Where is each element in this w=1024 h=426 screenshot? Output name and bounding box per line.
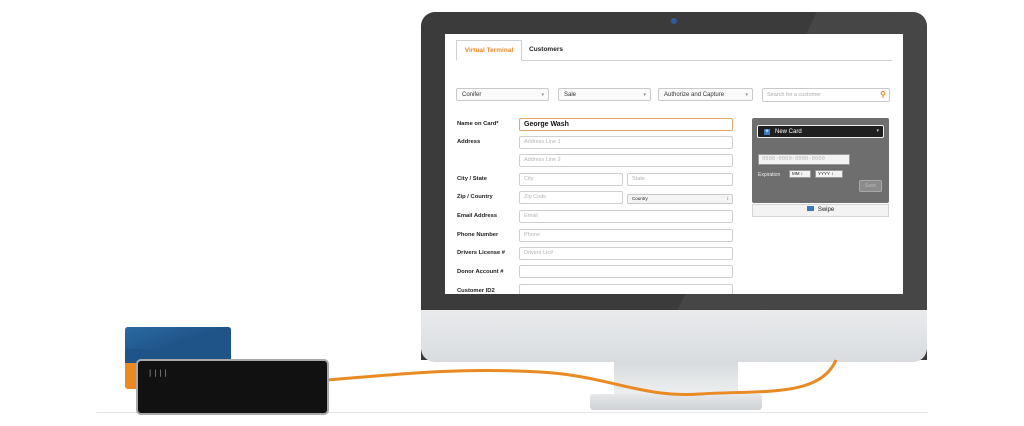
new-card-label: New Card	[775, 129, 802, 135]
address-label: Address	[457, 139, 481, 145]
address-line1-input[interactable]: Address Line 1	[519, 136, 733, 149]
email-input[interactable]: Email	[519, 210, 733, 223]
expiration-year-select[interactable]: YYYY ↕	[815, 170, 843, 178]
swipe-button[interactable]: Swipe	[752, 204, 889, 217]
tab-customers[interactable]: Customers	[526, 40, 566, 59]
capture-mode-value: Authorize and Capture	[664, 92, 725, 98]
expiration-month-select[interactable]: MM ↕	[789, 170, 811, 178]
swipe-label: Swipe	[817, 207, 835, 213]
plus-icon: +	[764, 129, 770, 135]
address-line2-input[interactable]: Address Line 2	[519, 154, 733, 167]
country-select-value: Country	[632, 196, 648, 201]
drivers-license-input[interactable]: Drivers Lic#	[519, 247, 733, 260]
chevron-down-icon: ▾	[541, 92, 544, 98]
updown-arrow-icon: ↕	[726, 196, 730, 202]
phone-label: Phone Number	[457, 232, 499, 238]
transaction-type-value: Sale	[564, 92, 577, 98]
name-on-card-label: Name on Card*	[457, 121, 499, 127]
save-card-button[interactable]: Save	[859, 180, 882, 192]
card-panel: + New Card ▾ 0000-0000-0000-0000 Expirat…	[752, 118, 889, 203]
reader-slot-marks: ||||	[148, 369, 169, 377]
capture-mode-select[interactable]: Authorize and Capture ▾	[658, 88, 753, 101]
city-input[interactable]: City	[519, 173, 623, 186]
tab-bar: Virtual Terminal Customers	[456, 40, 892, 61]
donor-account-input[interactable]	[519, 265, 733, 278]
location-select[interactable]: Conifer ▾	[456, 88, 549, 101]
country-select[interactable]: Country ↕	[627, 194, 733, 204]
name-on-card-input[interactable]: George Wash	[519, 118, 733, 131]
chevron-down-icon: ▾	[876, 128, 879, 134]
customer-search-input[interactable]: Search for a customer ⚲	[762, 88, 890, 102]
card-swipe-icon	[806, 205, 814, 211]
card-reader-device: ||||	[136, 359, 329, 415]
location-select-value: Conifer	[462, 92, 482, 98]
search-icon[interactable]: ⚲	[880, 90, 886, 100]
customer-id-label: Customer ID2	[457, 288, 495, 294]
email-label: Email Address	[457, 213, 498, 219]
phone-input[interactable]: Phone	[519, 229, 733, 242]
tab-virtual-terminal[interactable]: Virtual Terminal	[456, 40, 522, 61]
app-screen: Virtual Terminal Customers Conifer ▾ Sal…	[445, 34, 903, 294]
city-state-label: City / State	[457, 176, 487, 182]
new-card-select[interactable]: + New Card ▾	[757, 125, 884, 138]
search-placeholder: Search for a customer	[767, 92, 822, 98]
month-value: MM	[792, 171, 800, 176]
year-value: YYYY	[818, 171, 830, 176]
state-input[interactable]: State	[627, 173, 733, 186]
zip-input[interactable]: Zip Code	[519, 191, 623, 204]
customer-id-input[interactable]	[519, 284, 733, 294]
expiration-label: Expiration	[758, 172, 781, 178]
zip-country-label: Zip / Country	[457, 194, 493, 200]
drivers-license-label: Drivers License #	[457, 250, 506, 256]
chevron-down-icon: ▾	[643, 92, 646, 98]
card-number-input[interactable]: 0000-0000-0000-0000	[758, 154, 850, 165]
transaction-type-select[interactable]: Sale ▾	[558, 88, 651, 101]
chevron-down-icon: ▾	[745, 92, 748, 98]
donor-account-label: Donor Account #	[457, 269, 504, 275]
